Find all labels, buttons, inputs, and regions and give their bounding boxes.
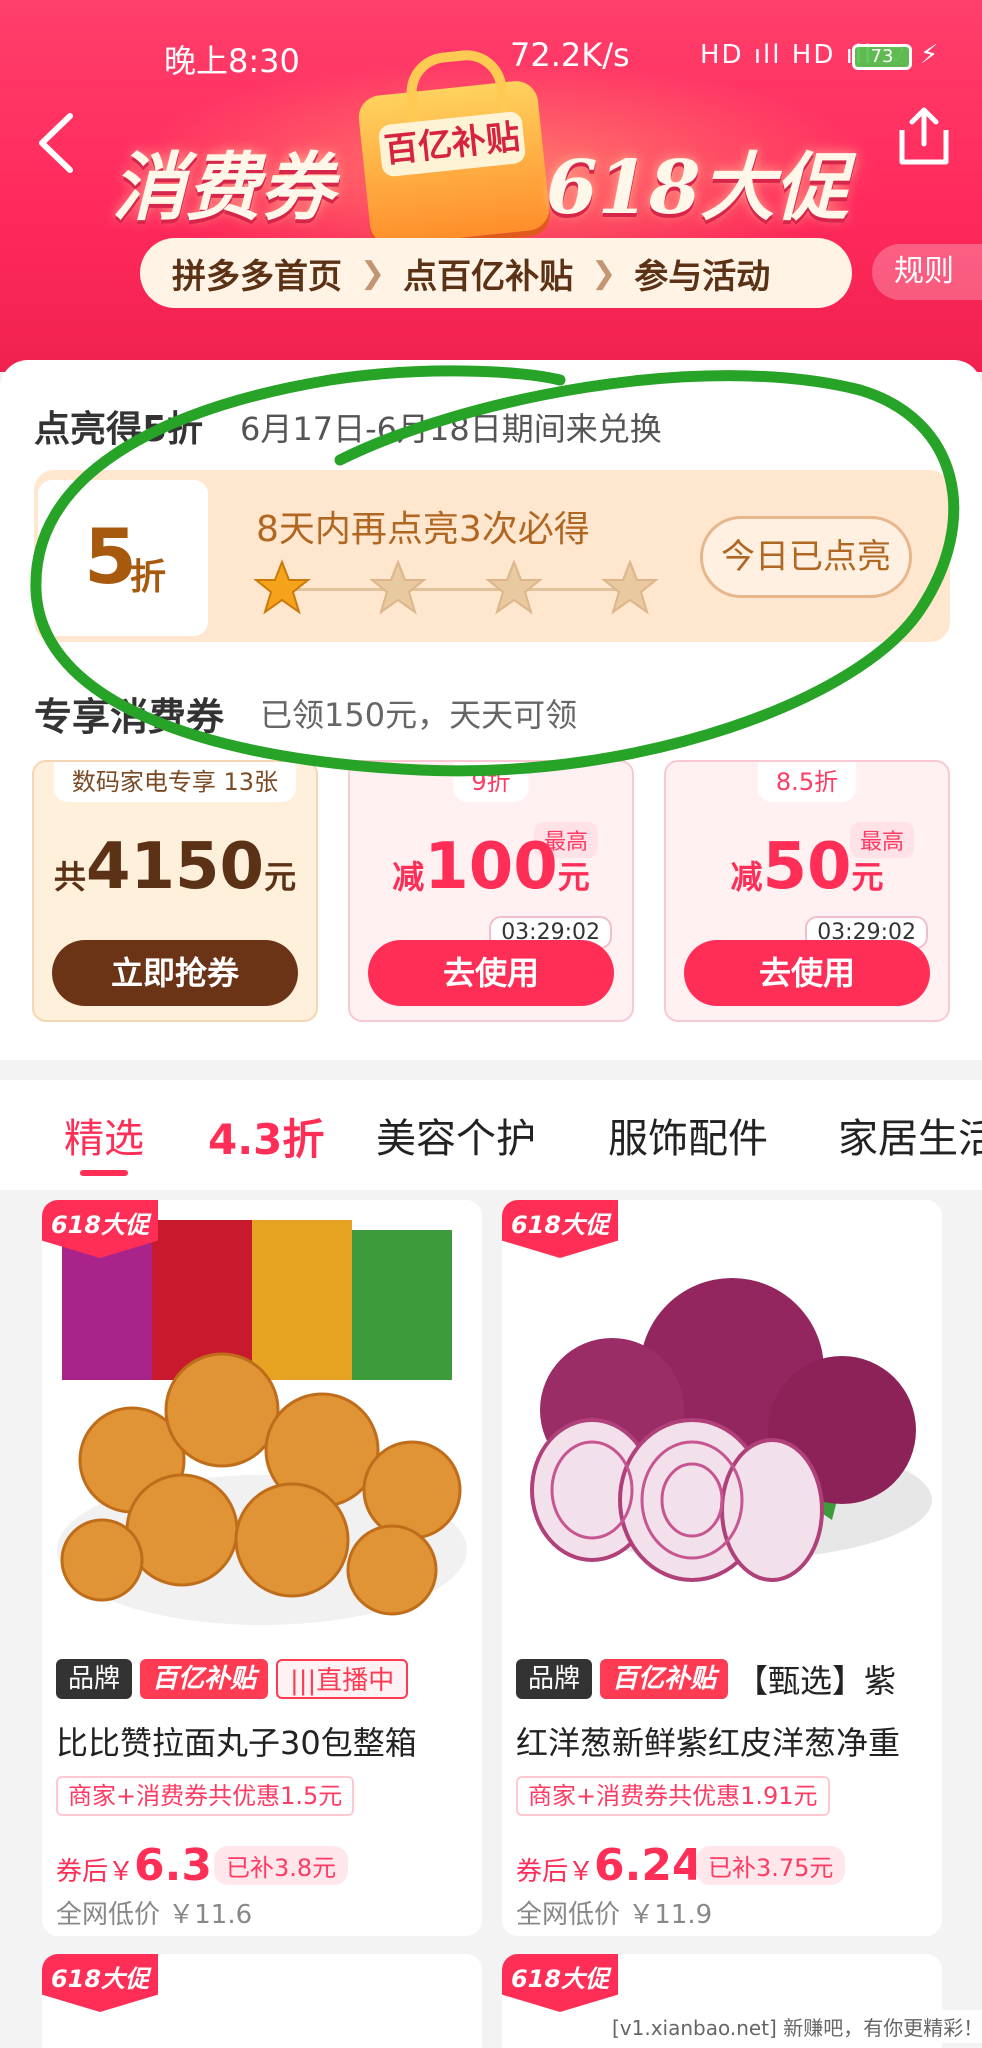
- rules-button[interactable]: 规则: [872, 244, 982, 300]
- subsidy-tag: 百亿补贴: [140, 1659, 269, 1699]
- subsidy-amount: 已补3.8元: [214, 1846, 349, 1885]
- shopping-bag-icon: 百亿补贴: [356, 79, 552, 247]
- price-value: 6.24: [594, 1840, 703, 1891]
- product-card[interactable]: 618大促 品牌 百亿补贴 【甄选】紫 红洋葱新鲜紫红皮洋葱净重 商家+消费券共…: [502, 1200, 942, 1936]
- promo-badge: 618大促: [502, 1954, 618, 2012]
- discount-number: 5: [84, 512, 137, 601]
- promo-header: 晚上8:30 72.2K/s HD ıll HD ıll ⌔ 73 ⚡ 消费券 …: [0, 0, 982, 372]
- progress-title: 点亮得5折: [34, 409, 204, 450]
- lowest-price: 全网低价 ￥11.6: [56, 1900, 253, 1930]
- lit-today-button[interactable]: 今日已点亮: [700, 516, 912, 598]
- charging-icon: ⚡: [920, 40, 939, 70]
- coupon-value: 50: [762, 830, 852, 904]
- product-title: 红洋葱新鲜紫红皮洋葱净重: [516, 1724, 901, 1762]
- star-unlit-icon: [601, 559, 659, 615]
- progress-text: 8天内再点亮3次必得: [256, 509, 590, 550]
- coupon-amount: 共4150元: [34, 830, 316, 904]
- use-coupon-button[interactable]: 去使用: [368, 940, 614, 1006]
- product-price: 券后￥6.3: [56, 1840, 212, 1891]
- product-image-noodle-balls[interactable]: [42, 1200, 482, 1640]
- offer-tag: 商家+消费券共优惠1.5元: [56, 1776, 355, 1816]
- coupon-prefix: 共: [53, 858, 86, 896]
- product-title: 比比赞拉面丸子30包整箱: [56, 1724, 417, 1762]
- star-unlit-icon: [369, 559, 427, 615]
- coupon-card-85off[interactable]: 8.5折 最高 减50元 03:29:02 去使用: [664, 760, 950, 1022]
- lowest-price: 全网低价 ￥11.9: [516, 1900, 713, 1930]
- star-lit-icon: [253, 559, 311, 615]
- coupon-tag: 数码家电专享 13张: [53, 762, 297, 802]
- tab-beauty[interactable]: 美容个护: [376, 1106, 536, 1164]
- product-card-partial[interactable]: 618大促: [42, 1954, 482, 2048]
- coupon-unit: 元: [851, 858, 884, 896]
- tab-home[interactable]: 家居生活: [838, 1106, 982, 1164]
- subsidy-tag: 百亿补贴: [600, 1659, 729, 1699]
- status-net-speed: 72.2K/s: [510, 36, 630, 74]
- step-1: 拼多多首页: [172, 256, 342, 297]
- product-tags: 品牌 百亿补贴 |||直播中: [56, 1658, 409, 1700]
- offer-tag: 商家+消费券共优惠1.91元: [516, 1776, 830, 1816]
- product-image-red-onion[interactable]: [502, 1200, 942, 1640]
- coupon-tag: 9折: [453, 762, 529, 802]
- star-progress: [252, 558, 664, 618]
- chevron-right-icon: ❯: [591, 255, 617, 291]
- product-card[interactable]: 618大促 品牌 百亿补贴 |||直播中 比比赞拉面丸子30包整箱 商家+消费券…: [42, 1200, 482, 1936]
- coupon-amount: 减100元: [350, 830, 632, 904]
- price-label: 券后￥: [516, 1857, 595, 1887]
- product-tags: 品牌 百亿补贴 【甄选】紫: [516, 1658, 896, 1700]
- coupon-prefix: 减: [730, 858, 763, 896]
- coupon-value: 4150: [85, 830, 265, 904]
- coupon-unit: 元: [557, 858, 590, 896]
- coupon-prefix: 减: [392, 858, 425, 896]
- product-title-start: 【甄选】紫: [736, 1662, 897, 1700]
- tab-fashion[interactable]: 服饰配件: [608, 1106, 768, 1164]
- bag-label: 百亿补贴: [377, 110, 527, 178]
- star-unlit-icon: [485, 559, 543, 615]
- promo-badge: 618大促: [42, 1954, 158, 2012]
- coupon-value: 100: [424, 830, 558, 904]
- star-track: [282, 588, 632, 591]
- subsidy-amount: 已补3.75元: [696, 1846, 846, 1885]
- battery-icon: 73: [852, 44, 912, 70]
- price-label: 券后￥: [56, 1857, 135, 1887]
- watermark: [v1.xianbao.net] 新赚吧，有你更精彩！: [604, 2010, 982, 2043]
- coupon-card-digital[interactable]: 数码家电专享 13张 共4150元 立即抢券: [32, 760, 318, 1022]
- activity-steps: 拼多多首页 ❯ 点百亿补贴 ❯ 参与活动: [140, 238, 852, 308]
- step-3: 参与活动: [634, 256, 771, 297]
- discount-unit: 折: [130, 557, 167, 598]
- coupon-section-subtitle: 已领150元，天天可领: [260, 696, 578, 734]
- coupon-tag: 8.5折: [757, 762, 857, 802]
- product-price: 券后￥6.24: [516, 1840, 703, 1891]
- price-value: 6.3: [134, 1840, 212, 1891]
- coupon-card-9off[interactable]: 9折 最高 减100元 03:29:02 去使用: [348, 760, 634, 1022]
- grab-coupon-button[interactable]: 立即抢券: [52, 940, 298, 1006]
- brand-tag: 品牌: [56, 1659, 133, 1699]
- back-icon[interactable]: [28, 108, 88, 178]
- brand-tag: 品牌: [516, 1659, 593, 1699]
- live-tag: |||直播中: [276, 1659, 409, 1699]
- progress-subtitle: 6月17日-6月18日期间来兑换: [240, 410, 662, 448]
- coupon-unit: 元: [264, 858, 297, 896]
- share-icon[interactable]: [894, 104, 954, 168]
- tab-featured[interactable]: 精选: [64, 1106, 144, 1164]
- tab-discount[interactable]: 4.3折: [208, 1106, 324, 1167]
- banner-title-left: 消费券: [112, 145, 334, 231]
- coupon-amount: 减50元: [666, 830, 948, 904]
- active-tab-indicator: [80, 1170, 128, 1176]
- status-time: 晚上8:30: [164, 42, 300, 80]
- banner-title-right: 618大促: [546, 145, 849, 231]
- step-2: 点百亿补贴: [403, 256, 574, 297]
- coupon-section-title: 专享消费券: [34, 695, 225, 739]
- chevron-right-icon: ❯: [360, 255, 386, 291]
- use-coupon-button[interactable]: 去使用: [684, 940, 930, 1006]
